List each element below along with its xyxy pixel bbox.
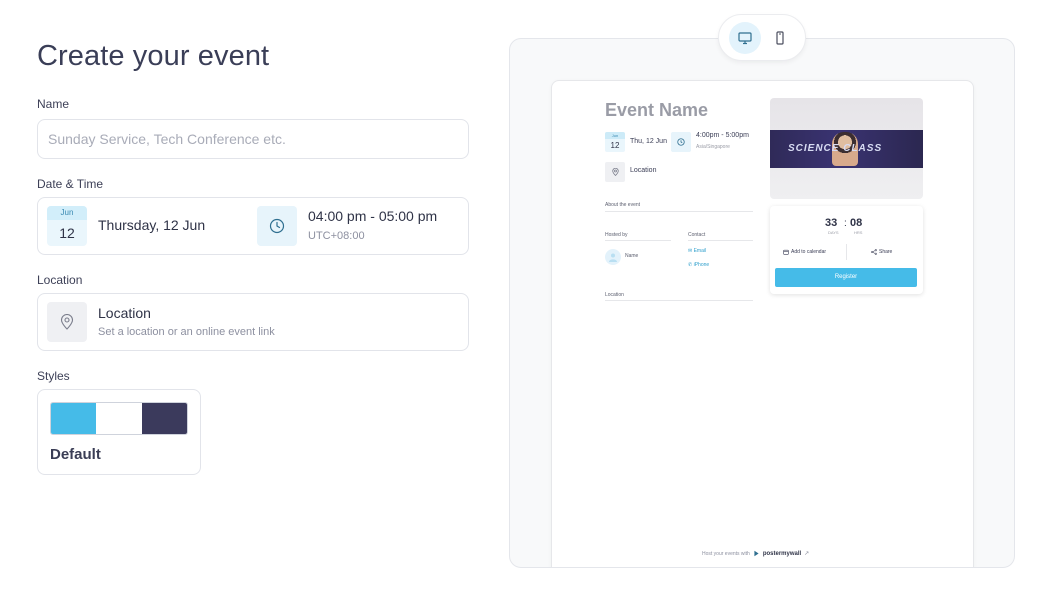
preview-countdown-days-label: DAYS [828,230,839,235]
mobile-view-button[interactable] [764,22,796,54]
preview-countdown-hours-label: HRS [854,230,863,235]
location-subtitle: Set a location or an online event link [98,326,275,338]
preview-countdown-hours: 08 [850,217,863,229]
preview-location-label: Location [605,292,624,298]
preview-add-to-calendar-label: Add to calendar [791,249,827,255]
preview-calendar-month: Jun [605,132,625,139]
style-option-default[interactable]: Default [37,389,201,475]
style-swatches [50,402,188,435]
preview-footer-text: Host your events with [702,550,750,557]
swatch-accent [51,403,97,434]
preview-footer: Host your events with postermywall ↗ [702,550,810,558]
event-name-input[interactable] [37,119,469,159]
swatch-light [96,403,142,434]
desktop-icon [737,31,752,44]
preview-event-name: Event Name [605,100,709,120]
date-text[interactable]: Thursday, 12 Jun [98,217,205,233]
swatch-dark [141,403,187,434]
preview-contact-label: Contact [688,232,706,238]
share-icon [871,249,877,255]
preview-location: Location [630,167,657,174]
preview-host-name: Name [625,253,639,259]
preview-divider [688,240,753,241]
preview-map-pin-icon [611,168,619,176]
styles-label: Styles [37,369,70,383]
time-text[interactable]: 04:00 pm - 05:00 pm [308,208,437,224]
location-field[interactable]: Location Set a location or an online eve… [37,293,469,351]
preview-footer-brand[interactable]: postermywall [763,551,801,557]
preview-action-divider [846,244,847,260]
preview-calendar-tile: Jun 12 [605,132,625,152]
date-time-field: Jun 12 Thursday, 12 Jun 04:00 pm - 05:00… [37,197,469,255]
postermywall-logo-icon [754,550,759,557]
preview-calendar-day: 12 [610,141,620,150]
preview-register-card: 33 DAYS : 08 HRS Add to calendar Share R… [770,206,923,294]
location-title: Location [98,305,151,321]
preview-countdown-days: 33 [825,217,838,229]
preview-time: 4:00pm - 5:00pm [696,132,749,139]
preview-event-image: SCIENCE CLASS [770,98,923,199]
preview-countdown-separator: : [844,218,847,229]
user-icon [609,253,617,262]
preview-divider [605,211,753,212]
calendar-icon [783,249,789,255]
map-pin-icon [60,314,74,330]
style-name: Default [50,446,101,463]
preview-divider [605,300,753,301]
calendar-day: 12 [59,225,75,241]
date-picker-button[interactable]: Jun 12 [47,206,87,246]
preview-register-button[interactable]: Register [775,268,917,287]
event-page-preview: Event Name Jun 12 Thu, 12 Jun 4:00pm - 5… [551,80,974,567]
preview-phone-text: iPhone [693,262,710,268]
mail-icon: ✉ [688,248,693,254]
location-label: Location [37,273,83,287]
preview-email-text: Email [693,248,707,254]
preview-panel: Event Name Jun 12 Thu, 12 Jun 4:00pm - 5… [509,38,1015,568]
phone-icon: ✆ [688,262,693,268]
preview-share-label: Share [879,249,893,255]
preview-about-label: About the event [605,202,641,208]
preview-share-button[interactable]: Share [871,249,892,255]
preview-host-avatar [605,249,621,265]
preview-device-toggle [718,14,806,61]
name-label: Name [37,97,70,111]
page-title: Create your event [37,40,270,72]
preview-timezone: Asia/Singapore [696,144,730,150]
calendar-month: Jun [47,206,87,220]
location-tile [47,302,87,342]
preview-clock-icon [677,138,685,146]
time-picker-button[interactable] [257,206,297,246]
preview-image-text: SCIENCE CLASS [788,143,883,154]
preview-contact-phone: ✆ iPhone [688,262,709,268]
preview-hosted-by-label: Hosted by [605,232,628,238]
date-time-label: Date & Time [37,177,104,191]
timezone-text[interactable]: UTC+08:00 [308,230,365,242]
clock-icon [269,218,285,234]
mobile-icon [775,30,784,45]
preview-contact-email: ✉ Email [688,248,706,254]
external-link-icon: ↗ [804,551,810,557]
preview-divider [605,240,671,241]
preview-location-tile [605,162,625,182]
desktop-view-button[interactable] [728,21,761,54]
preview-image-banner: SCIENCE CLASS [770,130,923,168]
preview-add-to-calendar-button[interactable]: Add to calendar [783,249,826,255]
preview-date: Thu, 12 Jun [630,138,667,145]
preview-clock-tile [671,132,691,152]
